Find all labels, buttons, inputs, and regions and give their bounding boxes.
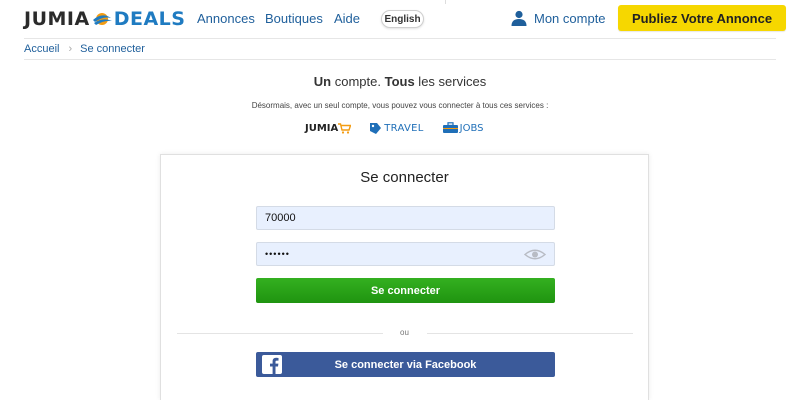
facebook-login-button[interactable]: Se connecter via Facebook <box>256 352 555 377</box>
facebook-icon <box>262 355 282 374</box>
deals-sun-icon <box>92 13 112 25</box>
service-brands: JUMIA TRAVEL JOBS <box>305 120 505 136</box>
cart-icon <box>338 122 352 134</box>
headline-text-1: compte. <box>331 74 385 89</box>
password-field[interactable]: •••••• <box>256 242 555 266</box>
logo-text-deals: DEALS <box>113 8 186 30</box>
headline-text-2: les services <box>414 74 487 89</box>
travel-tag-icon <box>370 122 382 134</box>
jobs-briefcase-icon <box>442 122 458 133</box>
services-subline: Désormais, avec un seul compte, vous pou… <box>251 101 549 110</box>
brand-jobs-label: JOBS <box>459 122 484 134</box>
brand-travel: TRAVEL <box>368 122 423 135</box>
nav-aide[interactable]: Aide <box>334 11 360 26</box>
brand-jumia: JUMIA <box>305 122 352 134</box>
login-title: Se connecter <box>360 169 449 186</box>
breadcrumb-home[interactable]: Accueil <box>24 43 59 55</box>
language-button[interactable]: English <box>381 10 424 28</box>
brand-jumia-label: JUMIA <box>305 122 339 134</box>
publish-ad-button[interactable]: Publiez Votre Annonce <box>618 5 786 31</box>
username-field[interactable]: 70000 <box>256 206 555 230</box>
logo-text-jumia: JUMIA <box>24 8 90 30</box>
separator-line-right <box>427 333 633 334</box>
facebook-button-label: Se connecter via Facebook <box>334 358 477 371</box>
services-headline: Un compte. Tous les services <box>0 74 800 89</box>
header-divider <box>445 0 446 4</box>
account-link[interactable]: Mon compte <box>511 10 606 26</box>
headline-bold-1: Un <box>313 74 332 89</box>
account-label: Mon compte <box>534 10 606 26</box>
top-header: JUMIA DEALS Annonces Boutiques Aide Engl… <box>0 0 800 38</box>
user-icon <box>511 10 527 26</box>
brand-jobs: JOBS <box>442 122 484 134</box>
password-value: •••••• <box>265 249 290 259</box>
chevron-right-icon: › <box>68 43 73 55</box>
eye-icon[interactable] <box>524 248 546 261</box>
jumia-deals-logo[interactable]: JUMIA DEALS <box>24 7 185 31</box>
breadcrumb-current: Se connecter <box>80 43 145 55</box>
login-card: Se connecter 70000 •••••• Se connecter o… <box>160 154 649 400</box>
headline-bold-2: Tous <box>384 74 415 89</box>
breadcrumb: Accueil › Se connecter <box>24 38 776 60</box>
login-button[interactable]: Se connecter <box>256 278 555 303</box>
brand-travel-label: TRAVEL <box>384 122 424 134</box>
nav-boutiques[interactable]: Boutiques <box>265 11 323 26</box>
nav-annonces[interactable]: Annonces <box>197 11 255 26</box>
